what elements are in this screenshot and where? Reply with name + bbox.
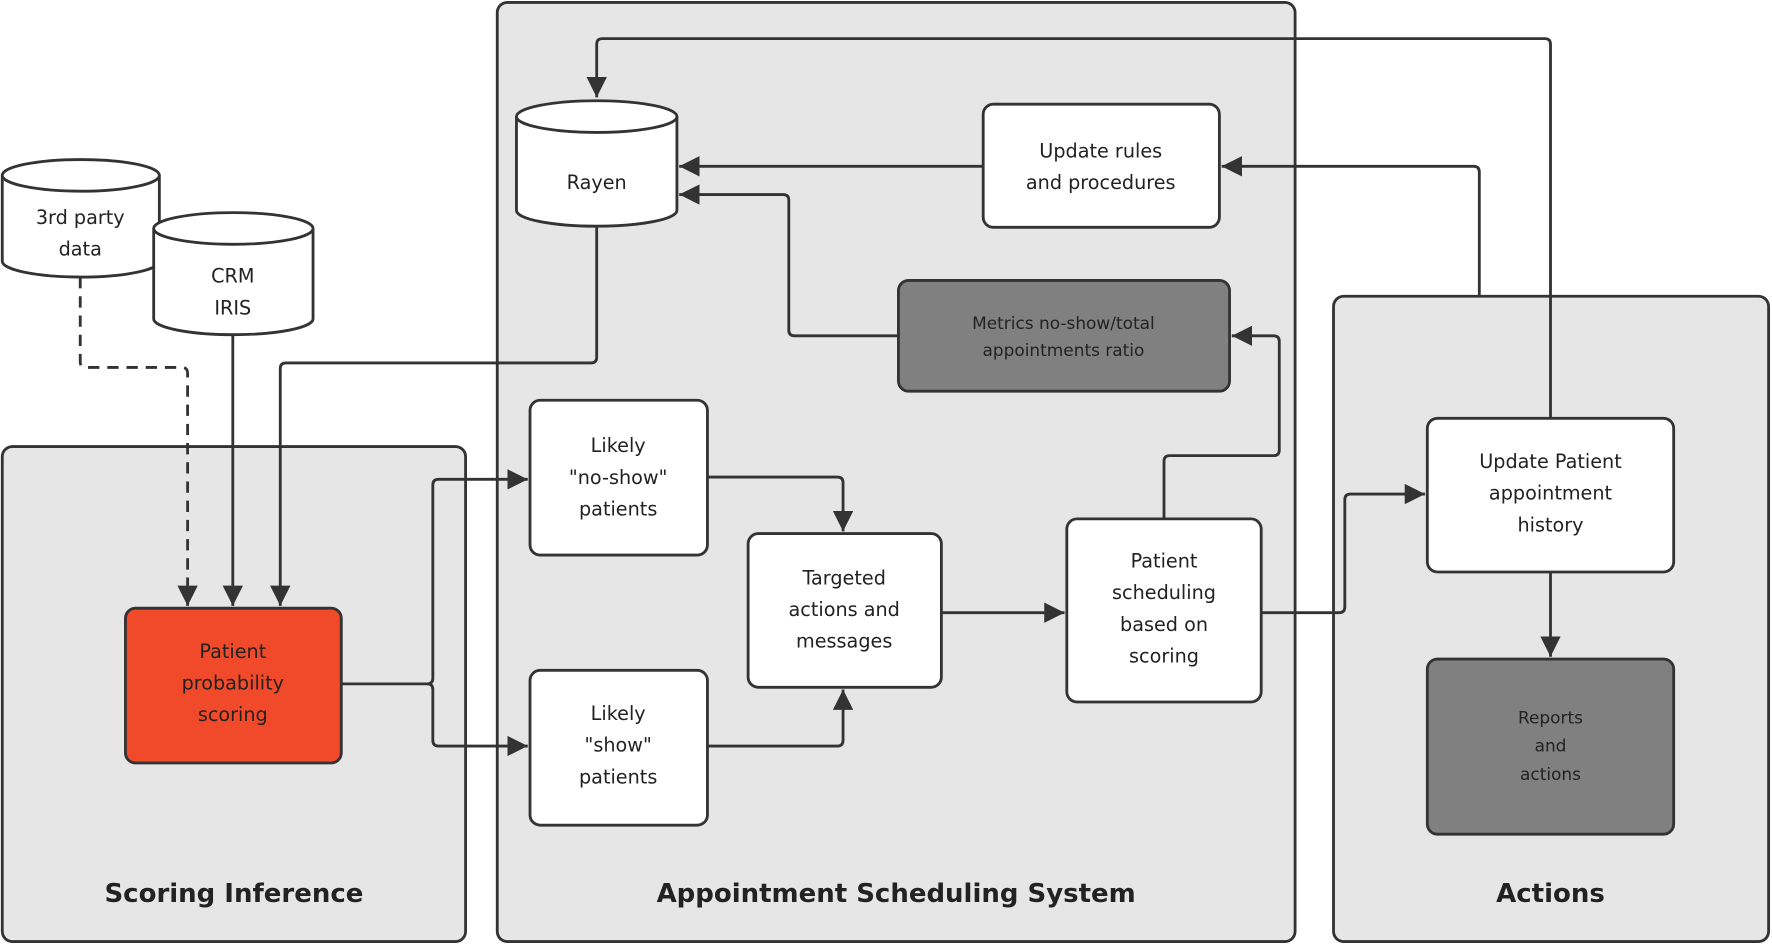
node-update-patient-history: Update Patient appointment history — [1425, 416, 1676, 574]
group-title-scheduling: Appointment Scheduling System — [657, 879, 1136, 909]
svg-text:and: and — [1535, 736, 1567, 756]
svg-text:actions: actions — [1520, 764, 1581, 784]
svg-text:appointment: appointment — [1489, 482, 1613, 505]
group-title-actions: Actions — [1496, 879, 1605, 909]
svg-text:Likely: Likely — [591, 434, 646, 457]
svg-text:data: data — [59, 238, 102, 261]
svg-text:actions and: actions and — [789, 598, 900, 621]
node-patient-scheduling: Patient scheduling based on scoring — [1065, 517, 1263, 704]
svg-text:patients: patients — [579, 498, 657, 521]
svg-text:Reports: Reports — [1518, 707, 1583, 727]
svg-text:scheduling: scheduling — [1112, 581, 1216, 604]
svg-text:history: history — [1517, 513, 1583, 536]
database-rayen: Rayen — [515, 99, 679, 228]
svg-text:based on: based on — [1120, 613, 1208, 636]
svg-text:"no-show": "no-show" — [569, 466, 668, 489]
node-likely-no-show: Likely "no-show" patients — [528, 398, 709, 557]
node-likely-show: Likely "show" patients — [528, 668, 709, 827]
svg-text:Patient: Patient — [1131, 549, 1198, 572]
svg-text:messages: messages — [796, 630, 892, 653]
svg-text:scoring: scoring — [1129, 644, 1199, 667]
svg-text:Update Patient: Update Patient — [1479, 450, 1622, 473]
group-title-scoring: Scoring Inference — [104, 879, 363, 909]
svg-text:Rayen: Rayen — [567, 171, 627, 194]
node-patient-probability-scoring: Patient probability scoring — [124, 606, 343, 765]
node-reports-and-actions: Reports and actions — [1425, 657, 1676, 836]
svg-text:probability: probability — [182, 672, 284, 695]
svg-text:Likely: Likely — [591, 702, 646, 725]
svg-text:3rd party: 3rd party — [36, 206, 125, 229]
svg-text:scoring: scoring — [198, 703, 268, 726]
node-update-rules: Update rules and procedures — [981, 102, 1221, 229]
svg-text:Patient: Patient — [199, 640, 266, 663]
svg-text:"show": "show" — [585, 734, 652, 757]
svg-text:IRIS: IRIS — [214, 296, 251, 319]
svg-text:CRM: CRM — [211, 265, 254, 288]
database-third-party-data: 3rd party data — [0, 158, 161, 279]
node-targeted-actions: Targeted actions and messages — [746, 532, 943, 689]
svg-text:and procedures: and procedures — [1026, 171, 1176, 194]
svg-text:Update rules: Update rules — [1039, 139, 1162, 162]
svg-text:patients: patients — [579, 765, 657, 788]
svg-text:Targeted: Targeted — [801, 566, 885, 589]
svg-text:Metrics no-show/total: Metrics no-show/total — [972, 313, 1155, 333]
node-metrics: Metrics no-show/total appointments ratio — [897, 279, 1231, 393]
database-crm-iris: CRM IRIS — [152, 211, 315, 337]
svg-text:appointments ratio: appointments ratio — [982, 340, 1144, 360]
diagram: Scoring Inference Appointment Scheduling… — [0, 1, 1771, 943]
